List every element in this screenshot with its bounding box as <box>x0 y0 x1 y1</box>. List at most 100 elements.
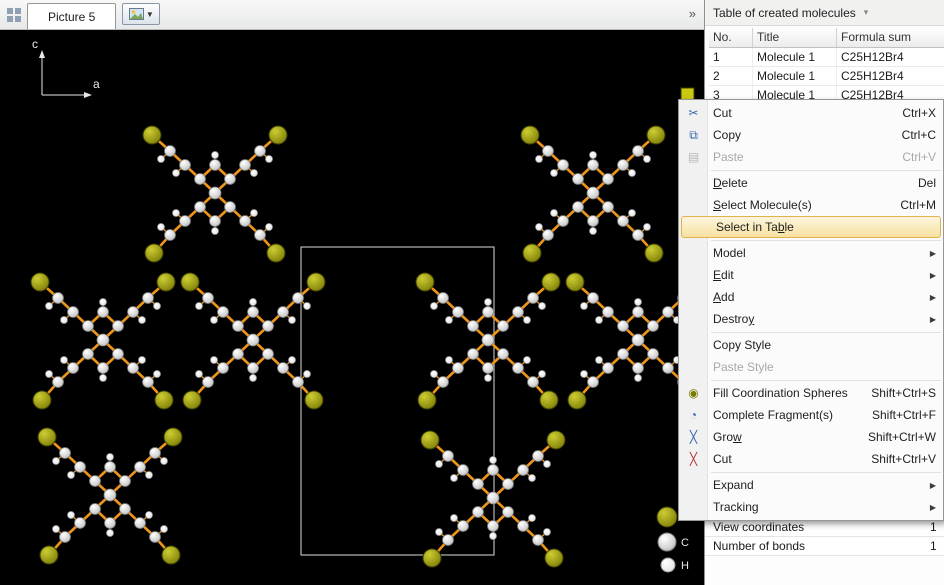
application-window: Picture 5 ▼ » <box>0 0 944 585</box>
menu-item-paste-style: Paste Style <box>679 356 943 378</box>
axes <box>42 56 86 95</box>
picture-tab-bar: Picture 5 ▼ » <box>0 0 704 30</box>
menu-item-label: Delete <box>713 176 748 190</box>
submenu-arrow-icon: ▶ <box>930 503 936 512</box>
structure-canvas[interactable]: c a C H <box>0 30 704 585</box>
menu-separator <box>711 472 941 473</box>
pages-grid-icon[interactable] <box>6 7 22 23</box>
column-header-no[interactable]: No. <box>709 28 753 47</box>
menu-item-add[interactable]: Add▶ <box>679 286 943 308</box>
property-row[interactable]: Number of bonds1 <box>705 537 944 556</box>
fragment-icon: ◔ <box>679 408 708 422</box>
scissors-icon: ✂ <box>679 106 708 120</box>
molecule[interactable] <box>143 126 287 262</box>
table-cell: 2 <box>709 67 753 85</box>
menu-item-label: Select Molecule(s) <box>713 198 812 212</box>
menu-item-delete[interactable]: Delete Del <box>679 172 943 194</box>
column-header-title[interactable]: Title <box>753 28 837 47</box>
tab-picture-5[interactable]: Picture 5 <box>27 3 116 29</box>
menu-shortcut: Del <box>918 176 936 190</box>
copy-icon: ⧉ <box>679 128 708 143</box>
menu-item-label: Fill Coordination Spheres <box>713 386 848 400</box>
properties-panel: View coordinates1Number of bonds1 <box>705 518 944 556</box>
table-cell: C25H12Br4 <box>837 48 943 66</box>
menu-shortcut: Ctrl+C <box>902 128 936 142</box>
tab-overflow-button[interactable]: » <box>689 6 696 21</box>
menu-shortcut: Shift+Ctrl+W <box>868 430 936 444</box>
molecule[interactable] <box>521 126 665 262</box>
table-row[interactable]: 1Molecule 1C25H12Br4 <box>709 48 944 67</box>
menu-item-cut[interactable]: ✂CutCtrl+X <box>679 102 943 124</box>
menu-item-edit[interactable]: Edit ▶ <box>679 264 943 286</box>
property-value: 1 <box>930 539 944 553</box>
menu-separator <box>711 240 941 241</box>
legend-bromine-swatch[interactable] <box>657 507 677 527</box>
submenu-arrow-icon: ▶ <box>930 249 936 258</box>
menu-item-label: Copy Style <box>713 338 771 352</box>
molecule[interactable] <box>38 428 182 564</box>
panel-title: Table of created molecules <box>713 6 856 20</box>
menu-item-cut[interactable]: ╳CutShift+Ctrl+V <box>679 448 943 470</box>
table-cell: 1 <box>709 48 753 66</box>
picture-icon <box>129 8 144 20</box>
table-header-row: No. Title Formula sum <box>709 28 944 48</box>
menu-separator <box>711 170 941 171</box>
menu-shortcut: Shift+Ctrl+V <box>871 452 936 466</box>
new-picture-button[interactable]: ▼ <box>122 3 160 25</box>
table-row[interactable]: 2Molecule 1C25H12Br4 <box>709 67 944 86</box>
menu-separator <box>711 332 941 333</box>
menu-shortcut: Shift+Ctrl+S <box>871 386 936 400</box>
table-body: 1Molecule 1C25H12Br42Molecule 1C25H12Br4… <box>709 48 944 105</box>
menu-item-select-in-table[interactable]: Select in Table <box>681 216 941 238</box>
clipboard-icon: ▤ <box>679 150 708 164</box>
menu-item-destroy[interactable]: Destroy▶ <box>679 308 943 330</box>
menu-item-select-molecule-s[interactable]: Select Molecule(s) Ctrl+M <box>679 194 943 216</box>
menu-item-label: Cut <box>713 452 732 466</box>
menu-item-label: Expand <box>713 478 754 492</box>
molecule[interactable] <box>31 273 175 409</box>
axis-a-arrow <box>84 92 92 98</box>
menu-item-label: Edit <box>713 268 734 282</box>
tab-label: Picture 5 <box>48 10 95 24</box>
axis-a-label: a <box>93 77 100 91</box>
menu-item-expand[interactable]: Expand ▶ <box>679 474 943 496</box>
unit-cell-outline <box>301 247 494 555</box>
menu-item-label: Paste Style <box>713 360 774 374</box>
axis-c-arrow <box>39 50 45 58</box>
menu-item-label: Paste <box>713 150 744 164</box>
molecule[interactable] <box>181 273 325 409</box>
submenu-arrow-icon: ▶ <box>930 481 936 490</box>
menu-item-tracking[interactable]: Tracking ▶ <box>679 496 943 518</box>
table-cell: Molecule 1 <box>753 67 837 85</box>
menu-item-label: Tracking <box>713 500 759 514</box>
axis-c-label: c <box>32 37 38 51</box>
menu-item-grow[interactable]: ╳GrowShift+Ctrl+W <box>679 426 943 448</box>
panel-header: Table of created molecules ▾ <box>705 0 944 26</box>
menu-item-label: Model <box>713 246 746 260</box>
legend-hydrogen-label: H <box>681 560 689 572</box>
menu-item-model[interactable]: Model ▶ <box>679 242 943 264</box>
menu-item-label: Copy <box>713 128 741 142</box>
menu-item-fill-coordination-spheres[interactable]: ◉Fill Coordination SpheresShift+Ctrl+S <box>679 382 943 404</box>
column-header-formula-sum[interactable]: Formula sum <box>837 28 943 47</box>
menu-separator <box>711 380 941 381</box>
menu-item-label: Complete Fragment(s) <box>713 408 833 422</box>
chevron-down-icon: ▼ <box>146 10 154 19</box>
menu-shortcut: Ctrl+M <box>900 198 936 212</box>
table-cell: C25H12Br4 <box>837 67 943 85</box>
submenu-arrow-icon: ▶ <box>930 271 936 280</box>
legend-carbon-swatch[interactable] <box>658 533 676 551</box>
menu-item-complete-fragment-s[interactable]: ◔Complete Fragment(s)Shift+Ctrl+F <box>679 404 943 426</box>
menu-shortcut: Ctrl+V <box>902 150 936 164</box>
property-label: View coordinates <box>705 520 930 534</box>
menu-item-copy[interactable]: ⧉ Copy Ctrl+C <box>679 124 943 146</box>
grow-icon: ╳ <box>679 430 708 444</box>
menu-shortcut: Ctrl+X <box>902 106 936 120</box>
panel-menu-icon[interactable]: ▾ <box>864 7 869 18</box>
legend-hydrogen-swatch[interactable] <box>661 558 675 572</box>
molecule[interactable] <box>416 273 560 409</box>
menu-item-paste: ▤ Paste Ctrl+V <box>679 146 943 168</box>
molecule[interactable] <box>421 431 565 567</box>
menu-item-label: Select in Table <box>716 220 794 234</box>
menu-item-copy-style[interactable]: Copy Style <box>679 334 943 356</box>
